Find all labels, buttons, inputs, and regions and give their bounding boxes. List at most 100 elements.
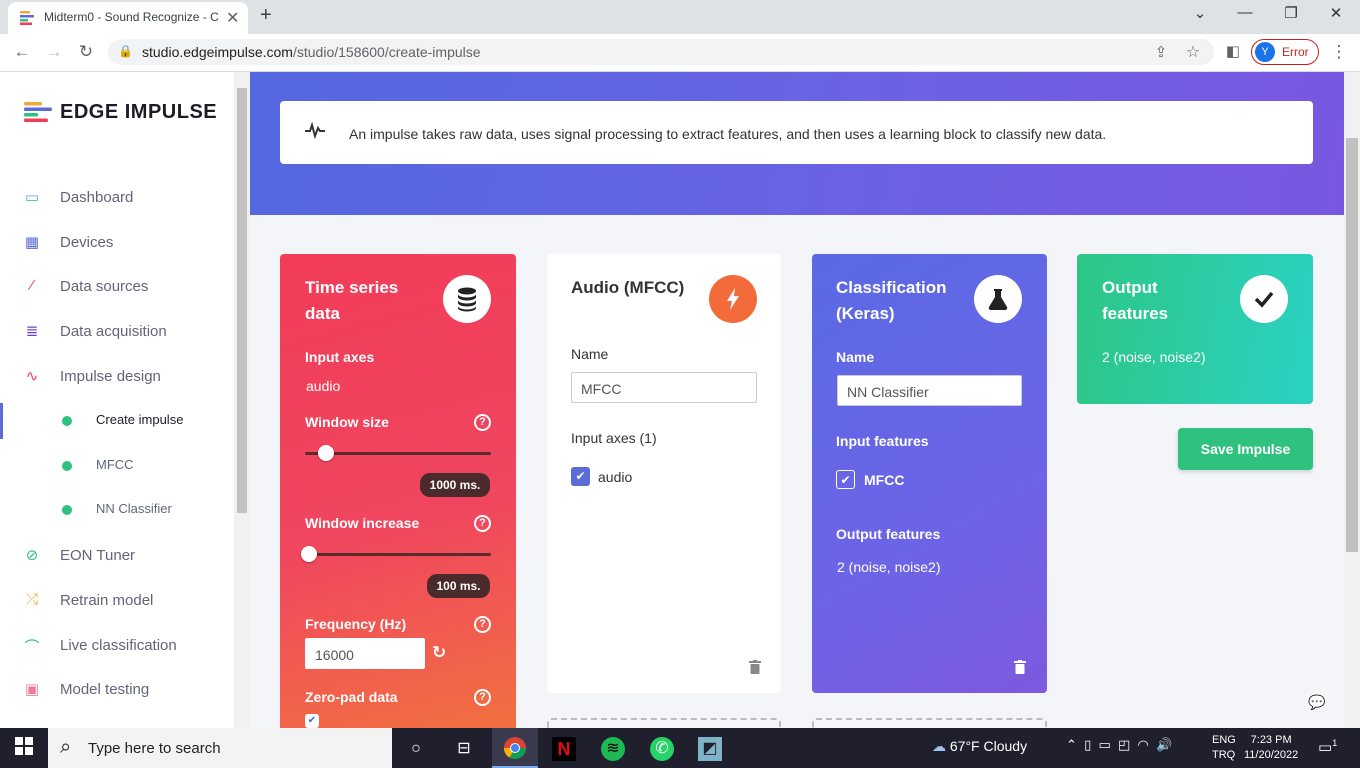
windows-start-icon[interactable] [12, 737, 36, 761]
forward-icon[interactable]: → [43, 42, 65, 62]
feedback-icon[interactable]: 💬 [1308, 694, 1328, 712]
task-view-icon[interactable]: ⊟ [452, 737, 476, 761]
zero-pad-checkbox[interactable]: ✔ [305, 714, 319, 728]
help-icon[interactable]: ? [474, 616, 491, 633]
back-icon[interactable]: ← [11, 42, 33, 62]
menu-kebab-icon[interactable]: ⋮ [1328, 42, 1350, 62]
taskbar-search[interactable]: ⌕ Type here to search [48, 728, 392, 768]
monitor-icon: ▭ [24, 189, 40, 206]
profile-status: Error [1282, 45, 1309, 59]
cortana-icon[interactable]: ○ [404, 737, 428, 761]
save-impulse-button[interactable]: Save Impulse [1178, 428, 1313, 470]
weather-text: 67°F Cloudy [949, 738, 1028, 754]
sidebar-item-model-testing[interactable]: ▣ Model testing [0, 670, 234, 710]
system-tray-icons[interactable]: ⌃ ▯ ▭ ◰ ◠ 🔊 [1066, 737, 1172, 753]
signal-icon: ⌒ [24, 639, 40, 656]
help-icon[interactable]: ? [474, 689, 491, 706]
trash-icon[interactable] [749, 660, 761, 677]
sidebar-item-label: Create impulse [96, 412, 184, 427]
card-title: Output features [1102, 278, 1169, 323]
window-size-label: Window size [305, 414, 389, 430]
bookmark-star-icon[interactable]: ☆ [1182, 42, 1204, 62]
audio-axis-label: audio [598, 469, 633, 485]
status-dot [62, 416, 72, 426]
whatsapp-icon[interactable]: ✆ [650, 737, 674, 761]
url-host: studio.edgeimpulse.com [142, 44, 293, 60]
output-features-value: 2 (noise, noise2) [837, 559, 941, 575]
brand-name: EDGE IMPULSE [60, 101, 218, 123]
sidebar-item-label: EON Tuner [60, 547, 136, 564]
weather-widget[interactable]: ☁ 67°F Cloudy [932, 738, 1027, 755]
sidebar-item-label: MFCC [96, 457, 134, 472]
help-icon[interactable]: ? [474, 414, 491, 431]
window-increase-slider-handle[interactable] [301, 546, 317, 562]
window-close-icon[interactable]: ✕ [1321, 4, 1351, 22]
chip-icon: ▦ [24, 234, 40, 251]
sidebar-item-mfcc[interactable]: MFCC [0, 446, 234, 486]
spotify-icon[interactable]: ≋ [601, 737, 625, 761]
sidebar-item-label: Dashboard [60, 189, 134, 206]
notification-icon[interactable]: ▭1 [1318, 738, 1337, 756]
output-features-value: 2 (noise, noise2) [1102, 349, 1206, 365]
sidebar-item-label: Live classification [60, 637, 177, 654]
share-icon[interactable]: ⇪ [1150, 43, 1172, 61]
sidebar-item-retrain-model[interactable]: ⤮ Retrain model [0, 581, 234, 621]
app-icon[interactable]: ◩ [698, 737, 722, 761]
audio-axis-checkbox[interactable]: ✔ [571, 467, 590, 486]
lock-icon[interactable]: 🔒 [118, 44, 133, 58]
output-features-label: Output features [836, 526, 941, 542]
search-placeholder: Type here to search [88, 740, 221, 757]
mfcc-name-input[interactable]: MFCC [571, 372, 757, 403]
tab-search-icon[interactable]: ⌄ [1185, 4, 1215, 22]
url-text[interactable]: studio.edgeimpulse.com/studio/158600/cre… [142, 44, 481, 60]
help-icon[interactable]: ? [474, 515, 491, 532]
classifier-name-input[interactable]: NN Classifier [837, 375, 1022, 406]
new-tab-icon[interactable]: + [260, 4, 272, 27]
window-increase-slider[interactable] [305, 553, 491, 556]
sidebar-item-live-classification[interactable]: ⌒ Live classification [0, 626, 234, 666]
sidebar-item-nn-classifier[interactable]: NN Classifier [0, 490, 234, 530]
sidebar-scrollbar-thumb[interactable] [237, 88, 247, 513]
clipboard-icon: ▣ [24, 681, 40, 698]
sidebar-item-impulse-design[interactable]: ∿ Impulse design [0, 357, 234, 397]
card-title: Time series data [305, 278, 399, 323]
tab-close-icon[interactable]: ✕ [226, 8, 239, 28]
url-path: /studio/158600/create-impulse [292, 44, 481, 60]
pulse-icon: ∿ [25, 368, 39, 385]
minimize-icon[interactable]: — [1230, 4, 1260, 21]
mfcc-feature-checkbox[interactable]: ✔ [836, 470, 855, 489]
clock[interactable]: 7:23 PM 11/20/2022 [1244, 733, 1298, 763]
reload-icon[interactable]: ↻ [75, 42, 97, 62]
input-axes-value: audio [306, 378, 341, 394]
status-dot [62, 461, 72, 471]
sidebar-item-label: Retrain model [60, 592, 154, 609]
side-panel-icon[interactable]: ◧ [1222, 42, 1244, 60]
search-icon: ⌕ [60, 736, 72, 758]
sidebar-item-dashboard[interactable]: ▭ Dashboard [0, 178, 234, 218]
zero-pad-label: Zero-pad data [305, 689, 398, 705]
sidebar-item-devices[interactable]: ▦ Devices [0, 223, 234, 263]
sidebar-item-eon-tuner[interactable]: ⊘ EON Tuner [0, 536, 234, 576]
main-scrollbar-thumb[interactable] [1346, 138, 1358, 552]
sidebar-item-create-impulse[interactable]: Create impulse [0, 401, 234, 441]
card-title: Audio (MFCC) [571, 278, 685, 297]
sidebar-item-data-sources[interactable]: ⁄ Data sources [0, 267, 234, 307]
edge-impulse-favicon-icon [20, 11, 34, 25]
bolt-icon [709, 275, 757, 323]
trash-icon[interactable] [1014, 660, 1026, 679]
window-increase-value: 100 ms. [427, 574, 490, 598]
reset-frequency-icon[interactable]: ↻ [432, 643, 446, 663]
sidebar-item-label: Devices [60, 234, 114, 251]
netflix-icon[interactable]: N [552, 737, 576, 761]
profile-button[interactable]: Y Error [1251, 39, 1319, 65]
chrome-taskbar-icon[interactable] [492, 728, 538, 768]
edge-impulse-logo-icon [24, 102, 52, 122]
language-indicator[interactable]: ENG TRQ [1212, 733, 1236, 763]
frequency-input[interactable]: 16000 [305, 638, 425, 669]
maximize-icon[interactable]: ❐ [1276, 4, 1306, 22]
check-icon [1240, 275, 1288, 323]
browser-tab[interactable]: Midterm0 - Sound Recognize - C ✕ [8, 2, 248, 34]
wand-icon: ⁄ [30, 277, 34, 294]
sidebar-item-data-acquisition[interactable]: ≣ Data acquisition [0, 312, 234, 352]
window-size-slider-handle[interactable] [318, 445, 334, 461]
